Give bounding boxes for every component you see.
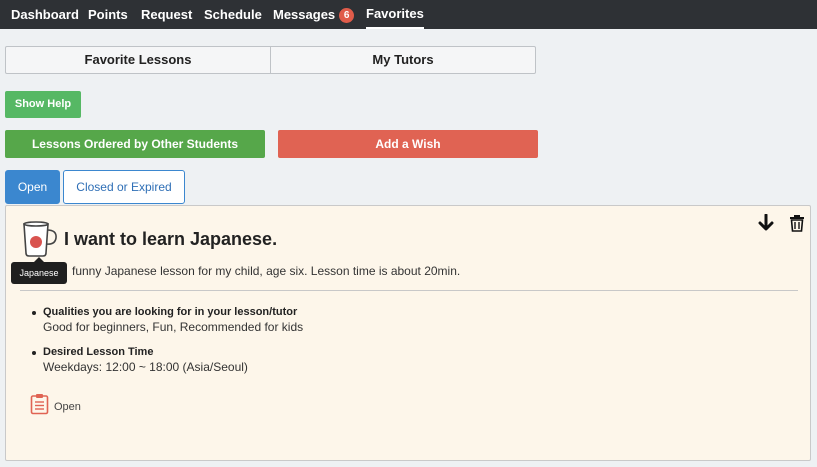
qualities-label: Qualities you are looking for in your le… bbox=[43, 306, 298, 318]
qualities-value: Good for beginners, Fun, Recommended for… bbox=[43, 320, 304, 334]
coffee-cup-icon bbox=[23, 221, 57, 257]
top-navigation: Dashboard Points Request Schedule Messag… bbox=[0, 0, 817, 29]
lesson-time-value: Weekdays: 12:00 ~ 18:00 (Asia/Seoul) bbox=[43, 360, 248, 374]
qualities-item: Qualities you are looking for in your le… bbox=[32, 306, 743, 334]
nav-points[interactable]: Points bbox=[88, 0, 128, 29]
nav-messages-label: Messages bbox=[273, 7, 336, 22]
nav-request[interactable]: Request bbox=[141, 0, 192, 29]
add-wish-button[interactable]: Add a Wish bbox=[278, 130, 538, 158]
messages-count-badge: 6 bbox=[339, 8, 355, 23]
lessons-ordered-button[interactable]: Lessons Ordered by Other Students bbox=[5, 130, 265, 158]
wish-title: I want to learn Japanese. bbox=[64, 229, 278, 249]
favorite-lessons-tab[interactable]: Favorite Lessons bbox=[5, 46, 271, 74]
lesson-time-label: Desired Lesson Time bbox=[43, 346, 154, 358]
clipboard-icon bbox=[30, 394, 49, 415]
lesson-time-item: Desired Lesson Time Weekdays: 12:00 ~ 18… bbox=[32, 346, 743, 374]
nav-schedule[interactable]: Schedule bbox=[204, 0, 262, 29]
nav-favorites[interactable]: Favorites bbox=[366, 0, 424, 29]
tab-open[interactable]: Open bbox=[5, 170, 60, 204]
nav-dashboard[interactable]: Dashboard bbox=[11, 0, 79, 29]
wish-card: I want to learn Japanese. funny Japanese… bbox=[5, 205, 811, 461]
show-help-button[interactable]: Show Help bbox=[5, 91, 81, 118]
tab-closed-expired[interactable]: Closed or Expired bbox=[63, 170, 185, 204]
arrow-down-icon[interactable] bbox=[757, 214, 775, 232]
wish-description: funny Japanese lesson for my child, age … bbox=[72, 264, 461, 278]
divider bbox=[20, 290, 798, 291]
status-label: Open bbox=[54, 401, 81, 413]
my-tutors-tab[interactable]: My Tutors bbox=[270, 46, 536, 74]
trash-icon[interactable] bbox=[788, 214, 806, 232]
nav-messages[interactable]: Messages 6 bbox=[273, 0, 355, 29]
language-tooltip: Japanese bbox=[11, 257, 67, 284]
